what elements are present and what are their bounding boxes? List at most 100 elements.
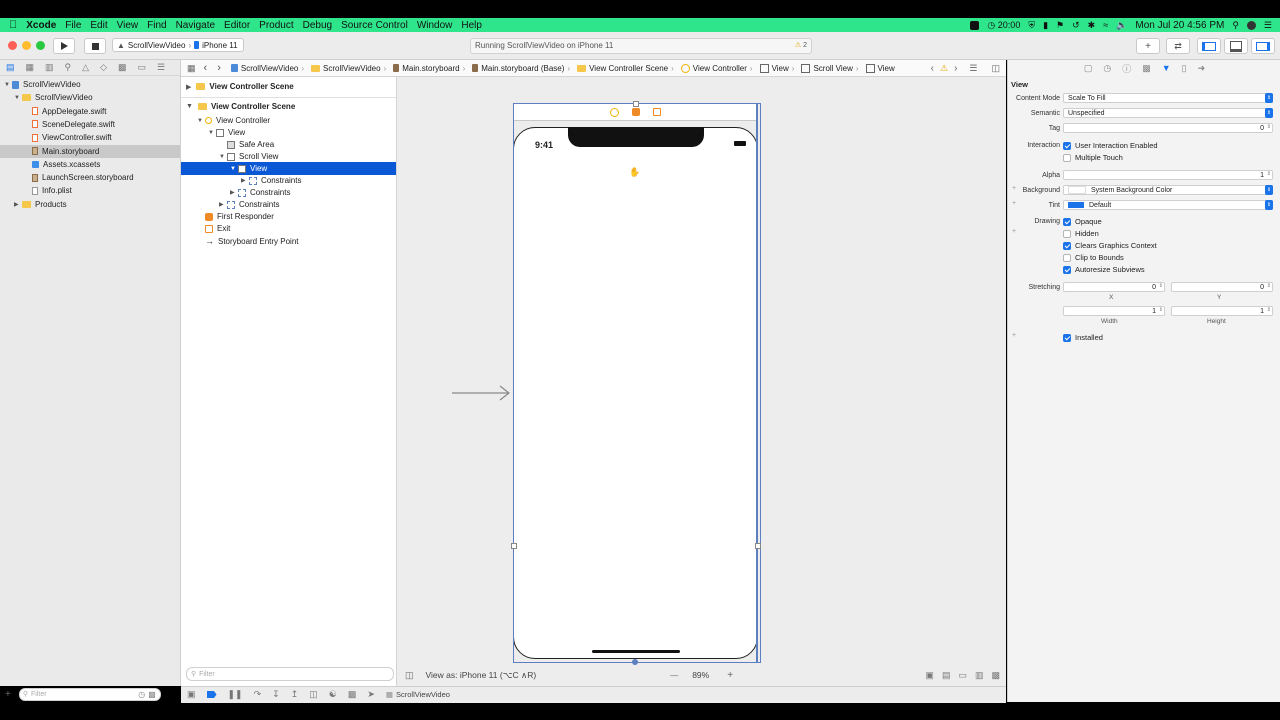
debug-tab-icon[interactable]: ▩	[118, 62, 127, 73]
memory-graph-icon[interactable]: ☯	[329, 689, 337, 700]
stepper-icon[interactable]: ⇕	[1267, 283, 1271, 289]
menu-view[interactable]: View	[117, 20, 139, 31]
view-controller-dock-icon[interactable]	[610, 108, 619, 117]
disclosure-down-icon[interactable]: ▼	[230, 166, 238, 172]
spotlight-icon[interactable]: ⚲	[1232, 20, 1239, 31]
add-file-icon[interactable]: +	[5, 689, 11, 700]
stretch-x-field[interactable]: 0 ⇕	[1063, 282, 1165, 292]
modified-files-icon[interactable]: ▩	[148, 690, 156, 699]
history-inspector-icon[interactable]: ◷	[1103, 63, 1111, 74]
menubar-clock[interactable]: Mon Jul 20 4:56 PM	[1135, 20, 1224, 31]
semantic-select[interactable]: Unspecified ⇕	[1063, 108, 1273, 118]
crumb-storyboard-base[interactable]: Main.storyboard (Base) ›	[472, 64, 570, 73]
step-over-icon[interactable]: ↷	[254, 689, 262, 700]
entry-point-arrow[interactable]	[452, 385, 512, 401]
hide-outline-icon[interactable]: ◫	[405, 670, 414, 681]
crumb-scene[interactable]: View Controller Scene ›	[577, 64, 674, 73]
help-inspector-icon[interactable]: ⓘ	[1122, 62, 1131, 75]
crumb-storyboard[interactable]: Main.storyboard ›	[393, 64, 465, 73]
disclosure-right-icon[interactable]: ▶	[219, 201, 227, 208]
outline-item[interactable]: First Responder	[181, 210, 396, 223]
previous-issue-icon[interactable]: ‹	[931, 63, 934, 74]
stop-button[interactable]	[84, 38, 106, 54]
bluetooth-icon[interactable]: ✱	[1088, 20, 1096, 31]
navigator-item[interactable]: ▼ ScrollViewVideo	[0, 78, 180, 91]
navigator-item[interactable]: AppDelegate.swift	[0, 105, 180, 118]
stretch-y-field[interactable]: 0 ⇕	[1171, 282, 1273, 292]
jump-warning-icon[interactable]: ⚠	[940, 63, 948, 74]
breakpoints-toggle-icon[interactable]	[206, 691, 217, 698]
disclosure-down-icon[interactable]: ▼	[14, 95, 22, 101]
storyboard-canvas[interactable]: 9:41 ✋ ◫ View as: iPhone 11 (⌥C ∧R) — 89…	[397, 77, 1006, 686]
menu-edit[interactable]: Edit	[90, 20, 107, 31]
issue-tab-icon[interactable]: △	[82, 62, 89, 73]
report-tab-icon[interactable]: ☰	[157, 62, 165, 73]
folder-tab-icon[interactable]: ▤	[6, 62, 15, 73]
outline-item[interactable]: ▶ Constraints	[181, 186, 396, 199]
editor-options-icon[interactable]: ☰	[969, 63, 977, 74]
stepper-icon[interactable]: ⇕	[1159, 283, 1163, 289]
navigator-item[interactable]: ▶ Products	[0, 198, 180, 211]
disclosure-right-icon[interactable]: ▶	[241, 177, 249, 184]
outline-item[interactable]: ▼ View	[181, 162, 396, 176]
attributes-inspector-icon[interactable]: ▼	[1162, 63, 1171, 73]
menu-debug[interactable]: Debug	[303, 20, 332, 31]
crumb-scroll-view[interactable]: Scroll View ›	[801, 63, 859, 73]
crumb-folder[interactable]: ScrollViewVideo ›	[311, 64, 386, 73]
disclosure-down-icon[interactable]: ▼	[186, 103, 193, 110]
content-mode-select[interactable]: Scale To Fill ⇕	[1063, 93, 1273, 103]
disclosure-down-icon[interactable]: ▼	[197, 118, 205, 124]
navigator-item[interactable]: ▼ ScrollViewVideo	[0, 91, 180, 104]
zoom-in-button[interactable]: +	[727, 670, 733, 681]
wifi-icon[interactable]: ≈	[1103, 20, 1108, 30]
toggle-navigator-button[interactable]	[1197, 38, 1221, 54]
source-control-tab-icon[interactable]: ▦	[26, 62, 35, 73]
installed-variation-plus-icon[interactable]: +	[1012, 332, 1016, 339]
disclosure-down-icon[interactable]: ▼	[4, 82, 12, 88]
menu-find[interactable]: Find	[147, 20, 166, 31]
menu-xcode[interactable]: Xcode	[26, 20, 56, 31]
minimize-window-button[interactable]	[22, 41, 31, 50]
navigator-item[interactable]: Main.storyboard	[0, 144, 180, 158]
stretch-width-field[interactable]: 1 ⇕	[1063, 306, 1165, 316]
next-issue-icon[interactable]: ›	[954, 63, 957, 74]
navigator-item[interactable]: LaunchScreen.storyboard	[0, 171, 180, 184]
toggle-debug-area-button[interactable]	[1224, 38, 1248, 54]
crumb-content-view[interactable]: View	[865, 63, 895, 73]
breakpoint-tab-icon[interactable]: ▭	[138, 62, 147, 73]
clears-graphics-checkbox[interactable]: Clears Graphics Context	[1063, 241, 1157, 251]
size-inspector-icon[interactable]: ▯	[1182, 63, 1187, 74]
crumb-project[interactable]: ScrollViewVideo ›	[230, 64, 304, 73]
update-frames-icon[interactable]: ▣	[925, 670, 934, 681]
step-out-icon[interactable]: ↥	[291, 689, 299, 700]
stepper-icon[interactable]: ⇕	[1267, 171, 1271, 177]
battery-status-icon[interactable]: ▮	[1043, 20, 1048, 31]
menu-help[interactable]: Help	[461, 20, 482, 31]
opaque-checkbox[interactable]: Opaque	[1063, 217, 1102, 227]
zoom-level[interactable]: 89%	[692, 670, 709, 680]
menu-product[interactable]: Product	[259, 20, 293, 31]
outline-collapsed-scene[interactable]: ▶ View Controller Scene	[181, 80, 396, 93]
user-icon[interactable]	[1246, 20, 1256, 30]
toggle-inspector-button[interactable]	[1251, 38, 1275, 54]
hidden-variation-plus-icon[interactable]: +	[1012, 228, 1016, 235]
resize-handle-top[interactable]	[633, 101, 639, 107]
navigator-item[interactable]: SceneDelegate.swift	[0, 118, 180, 131]
control-center-icon[interactable]: ☰	[1264, 20, 1272, 31]
symbol-tab-icon[interactable]: ▥	[45, 62, 54, 73]
hidden-checkbox[interactable]: Hidden	[1063, 229, 1099, 239]
run-button[interactable]	[53, 38, 75, 54]
scheme-selector[interactable]: ▲ ScrollViewVideo › iPhone 11	[112, 38, 244, 52]
shield-icon[interactable]: ⛨	[1028, 20, 1035, 31]
outline-scene[interactable]: ▼ View Controller Scene	[181, 100, 396, 113]
navigator-item[interactable]: Info.plist	[0, 184, 180, 197]
stepper-icon[interactable]: ⇕	[1159, 307, 1163, 313]
autoresize-checkbox[interactable]: Autoresize Subviews	[1063, 265, 1145, 275]
iphone-frame[interactable]: 9:41 ✋	[513, 127, 758, 659]
thread-selector[interactable]: ▦ ScrollViewVideo	[386, 690, 450, 699]
flag-icon[interactable]: ⚑	[1056, 20, 1064, 31]
menu-navigate[interactable]: Navigate	[176, 20, 215, 31]
tint-select[interactable]: Default ⇕	[1063, 200, 1273, 210]
recent-files-icon[interactable]: ◷	[138, 690, 145, 699]
crumb-view[interactable]: View ›	[759, 63, 794, 73]
